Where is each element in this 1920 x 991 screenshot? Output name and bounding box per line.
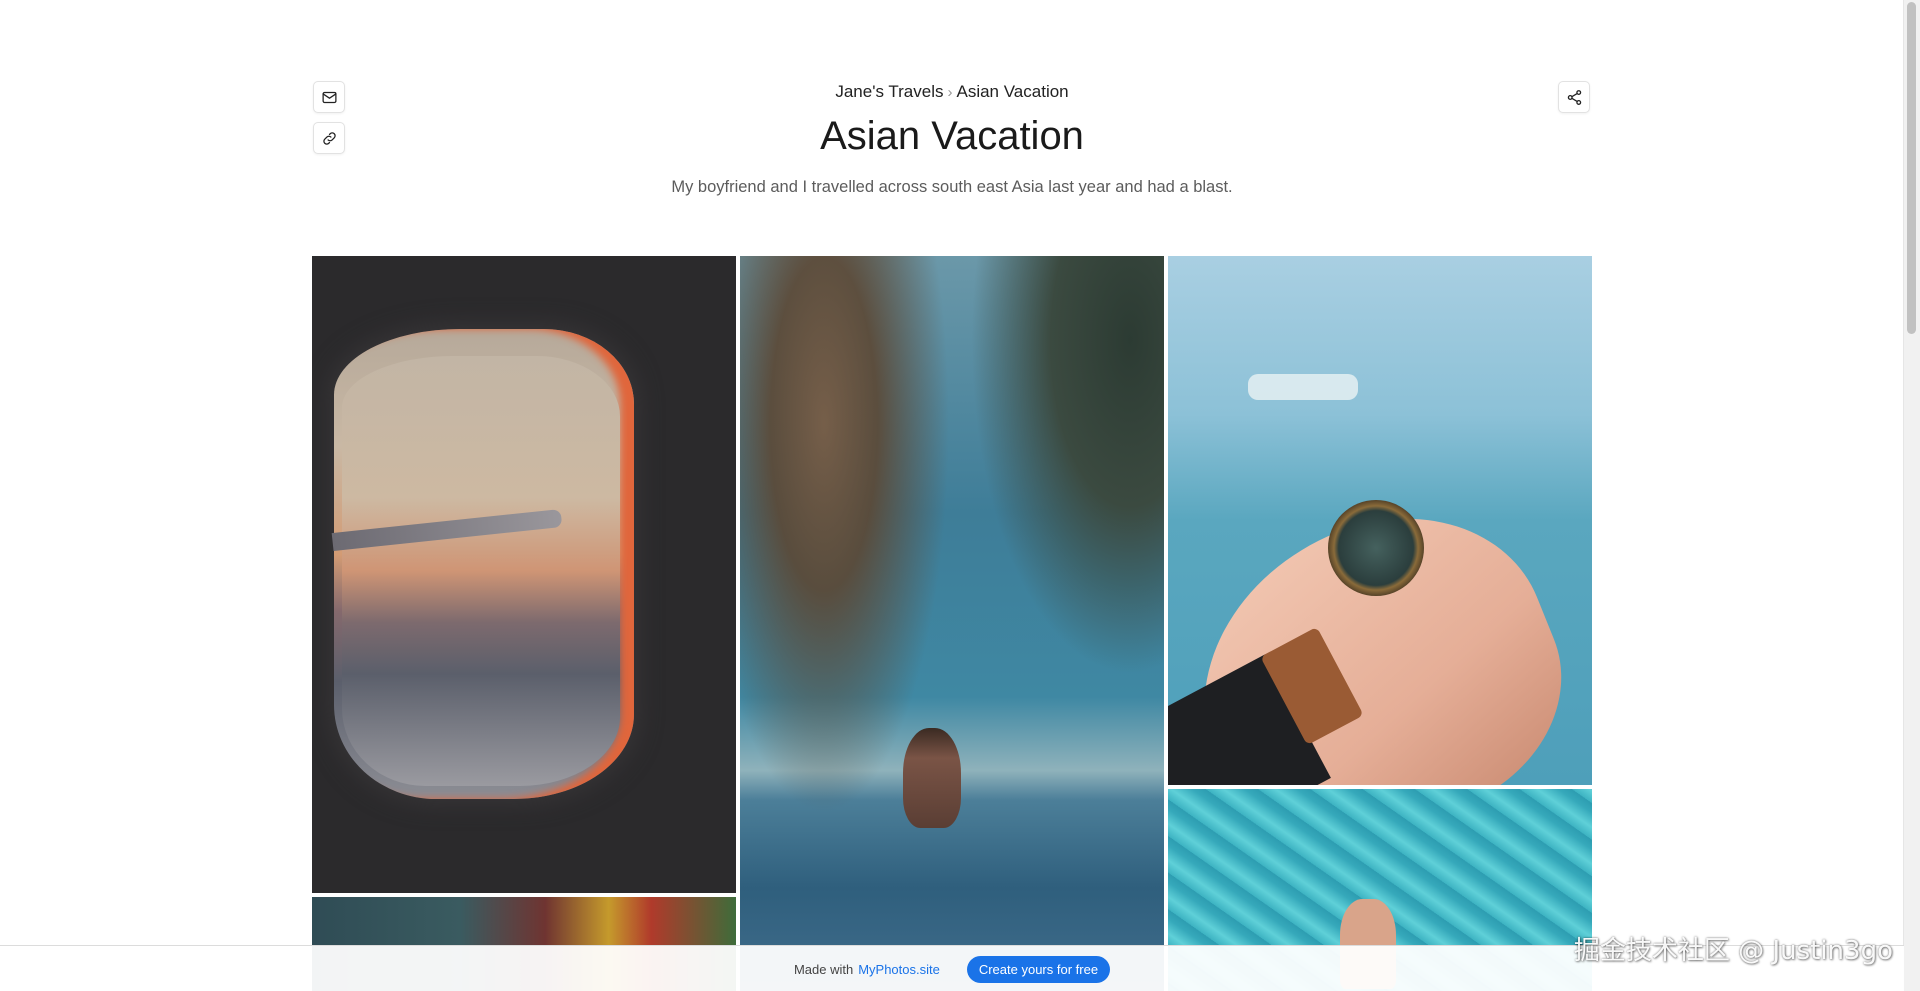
photo-airplane-window[interactable] bbox=[312, 256, 736, 893]
photo-compass-in-hand[interactable] bbox=[1168, 256, 1592, 785]
page-title: Asian Vacation bbox=[820, 114, 1084, 158]
photo-infinity-pool[interactable] bbox=[740, 256, 1164, 991]
create-yours-button[interactable]: Create yours for free bbox=[966, 955, 1111, 983]
myphotos-site-link[interactable]: MyPhotos.site bbox=[858, 962, 940, 977]
breadcrumb-separator: › bbox=[947, 84, 953, 101]
airplane-window-view bbox=[342, 356, 620, 786]
distant-boat bbox=[1248, 374, 1358, 400]
watermark: 掘金技术社区 @ Justin3go bbox=[1573, 936, 1893, 966]
vertical-scrollbar[interactable] bbox=[1903, 0, 1920, 991]
breadcrumb-current: Asian Vacation bbox=[956, 82, 1069, 101]
made-with-text: Made with bbox=[793, 961, 854, 977]
person-in-pool bbox=[903, 728, 961, 828]
scrollbar-thumb[interactable] bbox=[1907, 2, 1916, 334]
album-description: My boyfriend and I travelled across sout… bbox=[671, 178, 1233, 196]
breadcrumb: Jane's Travels › Asian Vacation bbox=[0, 82, 1904, 102]
breadcrumb-parent-link[interactable]: Jane's Travels bbox=[835, 82, 943, 101]
page: Jane's Travels › Asian Vacation Asian Vaca… bbox=[0, 0, 1920, 991]
palm-leaves bbox=[970, 256, 1164, 676]
compass bbox=[1328, 500, 1424, 596]
